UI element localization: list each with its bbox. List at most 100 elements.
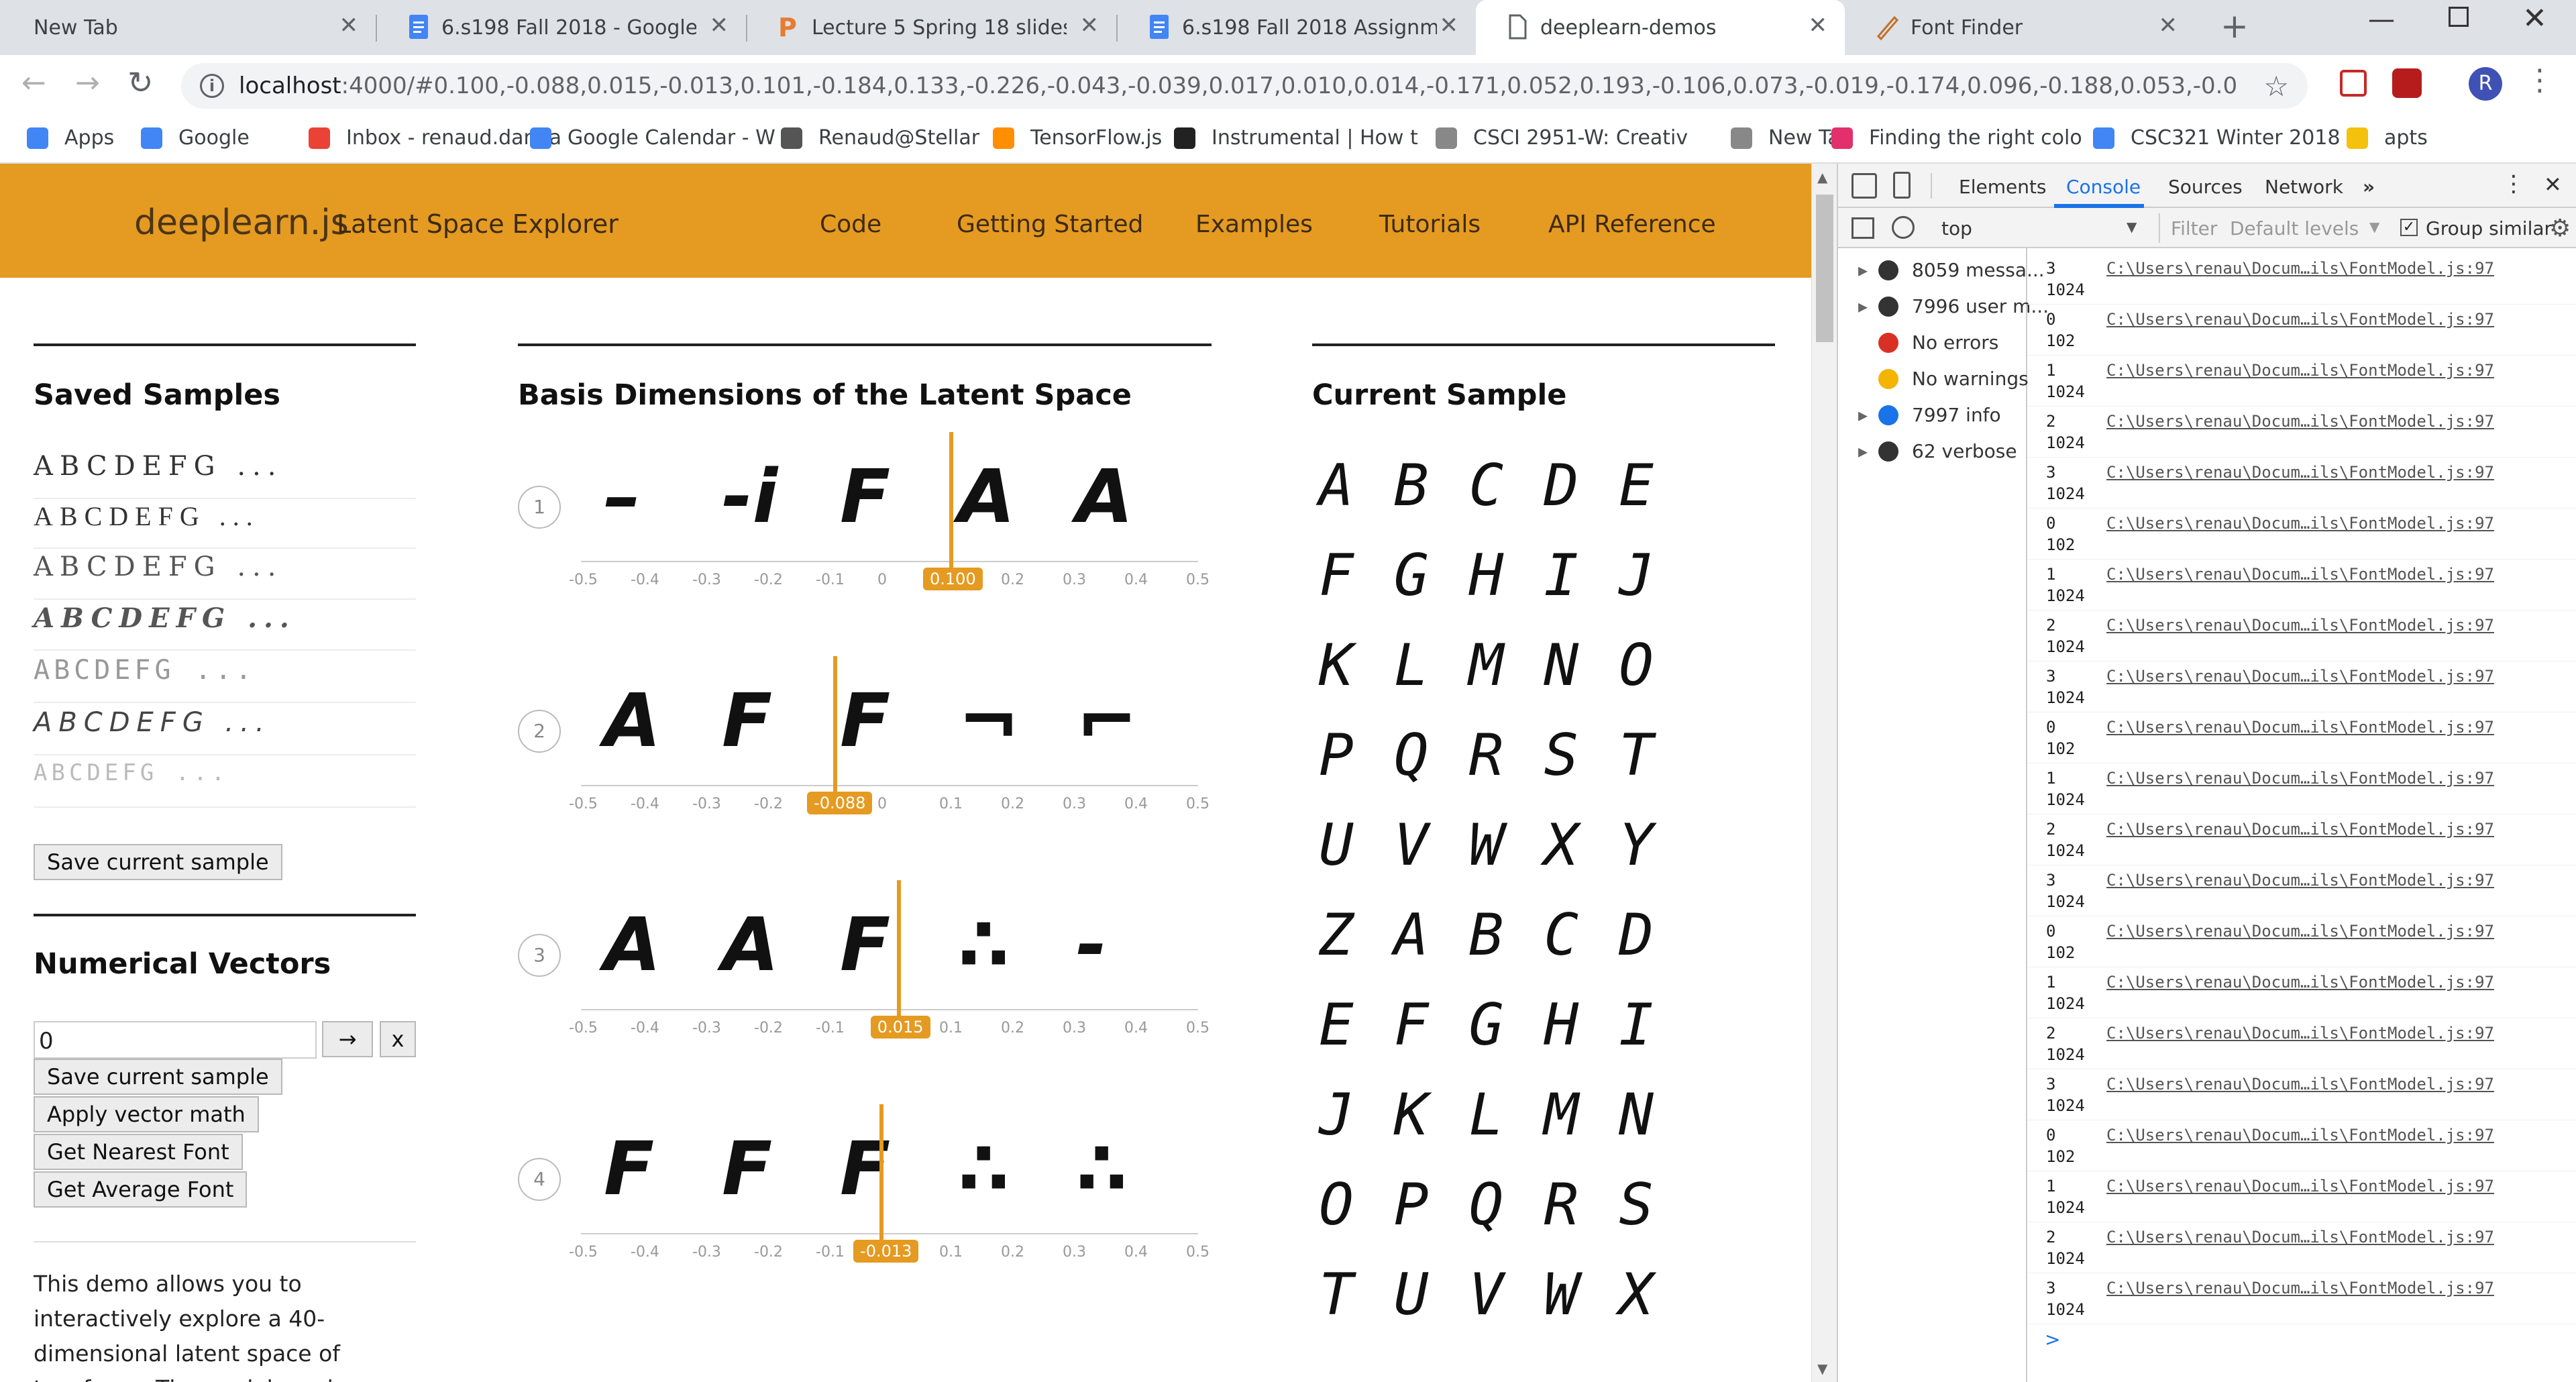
- bookmark-item[interactable]: TensorFlow.js: [993, 126, 1162, 150]
- save-current-sample-button[interactable]: Save current sample: [34, 844, 282, 880]
- nav-code[interactable]: Code: [820, 211, 881, 238]
- bookmark-item[interactable]: CSCI 2951-W: Creativ: [1436, 126, 1688, 150]
- nav-examples[interactable]: Examples: [1195, 211, 1313, 238]
- close-window-icon[interactable]: ✕: [2522, 1, 2547, 36]
- minimize-icon[interactable]: —: [2368, 4, 2395, 35]
- info-icon[interactable]: i: [200, 74, 224, 98]
- saved-sample[interactable]: ABCDEFG ...: [34, 655, 416, 703]
- clear-button[interactable]: x: [380, 1021, 416, 1057]
- log-source-link[interactable]: C:\Users\renau\Docum…ils\FontModel.js:97: [2106, 871, 2494, 890]
- log-source-link[interactable]: C:\Users\renau\Docum…ils\FontModel.js:97: [2106, 514, 2494, 533]
- back-icon[interactable]: ←: [21, 66, 46, 100]
- log-source-link[interactable]: C:\Users\renau\Docum…ils\FontModel.js:97: [2106, 1228, 2494, 1246]
- saved-sample[interactable]: ABCDEFG ...: [34, 551, 416, 600]
- tab-lecture-slides[interactable]: P Lecture 5 Spring 18 slides- G ✕: [747, 0, 1116, 55]
- console-sidebar-item[interactable]: No warnings: [1858, 368, 2029, 390]
- tab-assignment[interactable]: 6.s198 Fall 2018 Assignment ✕: [1118, 0, 1476, 55]
- sidebar-toggle-icon[interactable]: [1851, 217, 1874, 239]
- context-select[interactable]: top: [1941, 217, 1972, 240]
- slider-axis[interactable]: [581, 561, 1198, 562]
- devtools-tab-console[interactable]: Console: [2066, 176, 2141, 198]
- console-sidebar-item[interactable]: ▸ 62 verbose: [1858, 440, 2017, 462]
- bookmark-item[interactable]: Renaud@Stellar: [781, 126, 979, 150]
- apply-arrow-button[interactable]: →: [322, 1021, 373, 1057]
- scroll-up-icon[interactable]: ▲: [1817, 169, 1827, 185]
- console-sidebar-item[interactable]: ▸ 8059 messa...: [1858, 259, 2045, 281]
- console-sidebar-item[interactable]: No errors: [1858, 331, 1998, 354]
- chevron-down-icon[interactable]: ▼: [2127, 219, 2137, 235]
- group-similar-checkbox[interactable]: ✓: [2400, 219, 2418, 236]
- log-source-link[interactable]: C:\Users\renau\Docum…ils\FontModel.js:97: [2106, 769, 2494, 788]
- nav-tutorials[interactable]: Tutorials: [1379, 211, 1481, 238]
- console-sidebar-item[interactable]: ▸ 7997 info: [1858, 404, 2001, 426]
- clear-console-icon[interactable]: [1892, 216, 1915, 239]
- slider-marker[interactable]: [949, 432, 953, 584]
- log-source-link[interactable]: C:\Users\renau\Docum…ils\FontModel.js:97: [2106, 463, 2494, 482]
- log-source-link[interactable]: C:\Users\renau\Docum…ils\FontModel.js:97: [2106, 259, 2494, 278]
- extension-icon[interactable]: [2392, 68, 2422, 98]
- slider-marker[interactable]: [879, 1104, 884, 1256]
- close-icon[interactable]: ✕: [1809, 12, 1828, 39]
- site-logo[interactable]: deeplearn.js: [134, 203, 349, 243]
- close-icon[interactable]: ✕: [1080, 12, 1099, 39]
- bookmark-item[interactable]: CSC321 Winter 2018: [2093, 126, 2341, 150]
- bookmark-star-icon[interactable]: ☆: [2263, 70, 2289, 103]
- menu-kebab-icon[interactable]: ⋮: [2525, 63, 2555, 97]
- expand-arrow-icon[interactable]: ▸: [1858, 404, 1878, 426]
- log-source-link[interactable]: C:\Users\renau\Docum…ils\FontModel.js:97: [2106, 565, 2494, 584]
- devtools-menu-icon[interactable]: ⋮: [2502, 170, 2525, 197]
- saved-sample[interactable]: ABCDEFG ...: [34, 451, 416, 499]
- forward-icon[interactable]: →: [75, 66, 100, 100]
- address-bar[interactable]: i localhost:4000/#0.100,-0.088,0.015,-0.…: [181, 63, 2308, 109]
- close-icon[interactable]: ✕: [710, 12, 729, 39]
- devtools-tab-sources[interactable]: Sources: [2168, 176, 2243, 198]
- scrollbar-thumb[interactable]: [1816, 195, 1833, 342]
- filter-input[interactable]: Filter: [2171, 217, 2217, 240]
- log-levels-select[interactable]: Default levels: [2230, 217, 2359, 240]
- log-source-link[interactable]: C:\Users\renau\Docum…ils\FontModel.js:97: [2106, 1177, 2494, 1195]
- nav-api-reference[interactable]: API Reference: [1548, 211, 1716, 238]
- bookmark-item[interactable]: Inbox - renaud.danha: [309, 126, 561, 150]
- bookmark-item[interactable]: Google Calendar - W: [530, 126, 775, 150]
- close-icon[interactable]: ✕: [339, 12, 359, 39]
- expand-arrow-icon[interactable]: ▸: [1858, 295, 1878, 317]
- log-source-link[interactable]: C:\Users\renau\Docum…ils\FontModel.js:97: [2106, 1126, 2494, 1145]
- bookmark-item[interactable]: Apps: [27, 126, 114, 150]
- tab-new-tab[interactable]: New Tab ✕: [0, 0, 376, 55]
- devtools-tab-network[interactable]: Network: [2265, 176, 2343, 198]
- log-source-link[interactable]: C:\Users\renau\Docum…ils\FontModel.js:97: [2106, 820, 2494, 839]
- bookmark-item[interactable]: Google: [141, 126, 250, 150]
- expand-arrow-icon[interactable]: ▸: [1858, 259, 1878, 281]
- close-icon[interactable]: ✕: [2159, 12, 2178, 39]
- vector-input[interactable]: 0: [34, 1021, 317, 1059]
- get-nearest-font-button[interactable]: Get Nearest Font: [34, 1134, 243, 1170]
- expand-arrow-icon[interactable]: ▸: [1858, 440, 1878, 462]
- log-source-link[interactable]: C:\Users\renau\Docum…ils\FontModel.js:97: [2106, 973, 2494, 992]
- chevron-down-icon[interactable]: ▼: [2369, 219, 2379, 235]
- bookmark-item[interactable]: apts: [2347, 126, 2428, 150]
- page-scrollbar[interactable]: ▲ ▼: [1811, 164, 1837, 1382]
- bookmark-item[interactable]: Finding the right colo: [1831, 126, 2082, 150]
- profile-avatar[interactable]: R: [2469, 67, 2502, 101]
- log-source-link[interactable]: C:\Users\renau\Docum…ils\FontModel.js:97: [2106, 1024, 2494, 1043]
- pocket-extension-icon[interactable]: [2340, 70, 2367, 97]
- slider-marker[interactable]: [896, 880, 901, 1032]
- slider-axis[interactable]: [581, 1233, 1198, 1234]
- slider-axis[interactable]: [581, 785, 1198, 786]
- log-source-link[interactable]: C:\Users\renau\Docum…ils\FontModel.js:97: [2106, 412, 2494, 431]
- log-source-link[interactable]: C:\Users\renau\Docum…ils\FontModel.js:97: [2106, 1075, 2494, 1094]
- log-source-link[interactable]: C:\Users\renau\Docum…ils\FontModel.js:97: [2106, 616, 2494, 635]
- saved-sample[interactable]: ABCDEFG ...: [34, 500, 416, 549]
- reload-icon[interactable]: ↻: [127, 64, 154, 101]
- apply-vector-math-button[interactable]: Apply vector math: [34, 1096, 259, 1132]
- tab-google-doc[interactable]: 6.s198 Fall 2018 - Google Do ✕: [377, 0, 746, 55]
- get-average-font-button[interactable]: Get Average Font: [34, 1171, 248, 1208]
- more-tabs-icon[interactable]: »: [2363, 176, 2375, 198]
- save-current-sample-button[interactable]: Save current sample: [34, 1059, 282, 1095]
- devtools-tab-elements[interactable]: Elements: [1959, 176, 2047, 198]
- log-source-link[interactable]: C:\Users\renau\Docum…ils\FontModel.js:97: [2106, 922, 2494, 941]
- saved-sample[interactable]: ABCDEFG ...: [34, 602, 416, 651]
- nav-getting-started[interactable]: Getting Started: [957, 211, 1143, 238]
- settings-gear-icon[interactable]: ⚙: [2549, 215, 2571, 242]
- log-source-link[interactable]: C:\Users\renau\Docum…ils\FontModel.js:97: [2106, 1279, 2494, 1297]
